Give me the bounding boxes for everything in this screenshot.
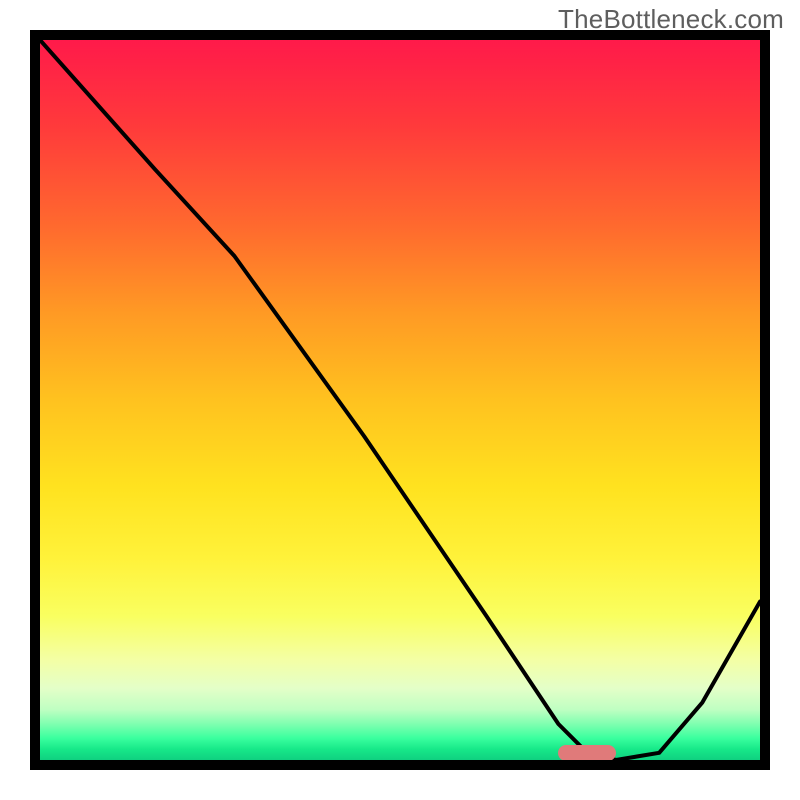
page: TheBottleneck.com [0,0,800,800]
plot-frame [30,30,770,770]
bottleneck-curve [40,40,760,760]
optimal-marker [558,745,616,760]
plot-area [40,40,760,760]
watermark-text: TheBottleneck.com [558,4,784,35]
